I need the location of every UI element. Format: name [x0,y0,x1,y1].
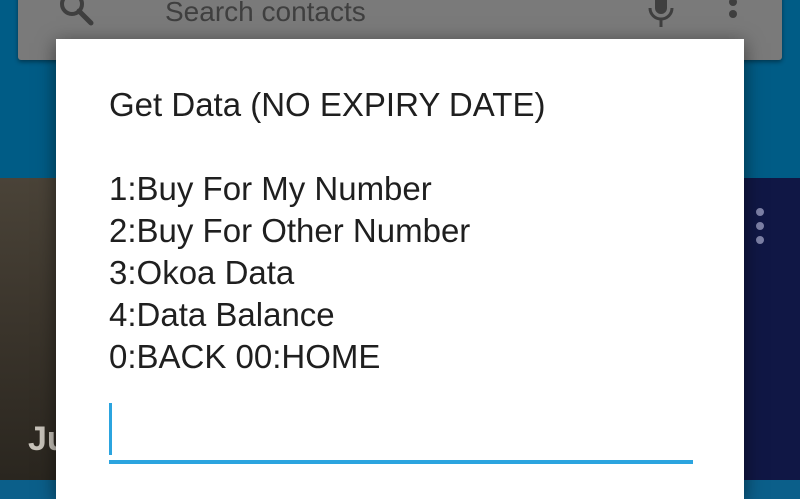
ussd-message: Get Data (NO EXPIRY DATE) 1:Buy For My N… [109,84,729,378]
menu-option: 2:Buy For Other Number [109,212,471,249]
menu-option: 0:BACK 00:HOME [109,338,381,375]
text-cursor [109,403,112,455]
dialog-title: Get Data (NO EXPIRY DATE) [109,86,546,123]
menu-option: 3:Okoa Data [109,254,295,291]
reply-field[interactable] [109,399,693,465]
menu-option: 4:Data Balance [109,296,335,333]
menu-option: 1:Buy For My Number [109,170,432,207]
reply-input[interactable] [109,399,693,459]
ussd-dialog: Get Data (NO EXPIRY DATE) 1:Buy For My N… [56,39,744,499]
reply-input-underline [109,460,693,464]
